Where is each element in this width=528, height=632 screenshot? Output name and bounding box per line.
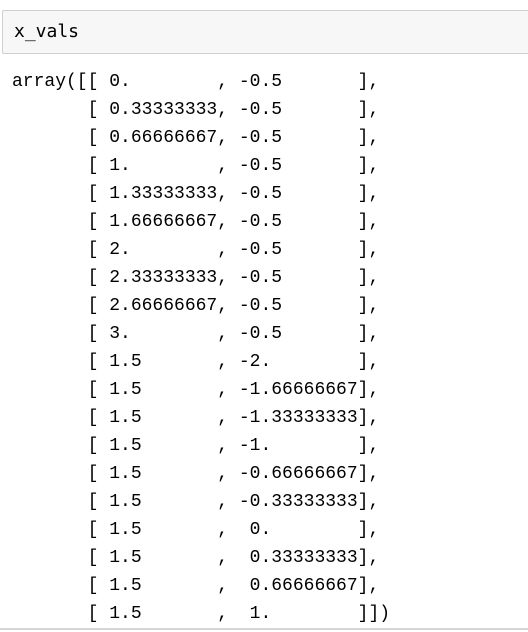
output-line: [ 1.5 , -2. ], [12, 352, 380, 372]
output-line: [ 1.5 , 1. ]]) [12, 604, 391, 624]
output-line: [ 1.5 , -0.66666667], [12, 464, 380, 484]
output-line: [ 1.5 , -1. ], [12, 436, 380, 456]
code-input-area[interactable]: x_vals [2, 10, 528, 54]
output-line: array([[ 0. , -0.5 ], [12, 72, 380, 92]
output-line: [ 1. , -0.5 ], [12, 156, 380, 176]
output-line: [ 1.5 , 0. ], [12, 520, 380, 540]
output-line: [ 1.5 , -0.33333333], [12, 492, 380, 512]
output-line: [ 1.5 , -1.33333333], [12, 408, 380, 428]
output-line: [ 1.66666667, -0.5 ], [12, 212, 380, 232]
output-line: [ 0.66666667, -0.5 ], [12, 128, 380, 148]
cell-output: array([[ 0. , -0.5 ], [ 0.33333333, -0.5… [12, 68, 522, 628]
output-line: [ 2.66666667, -0.5 ], [12, 296, 380, 316]
notebook-cell: x_vals array([[ 0. , -0.5 ], [ 0.3333333… [0, 0, 528, 632]
output-line: [ 1.5 , 0.33333333], [12, 548, 380, 568]
output-line: [ 1.5 , -1.66666667], [12, 380, 380, 400]
code-input-text[interactable]: x_vals [14, 22, 79, 42]
output-line: [ 1.5 , 0.66666667], [12, 576, 380, 596]
output-line: [ 2.33333333, -0.5 ], [12, 268, 380, 288]
cell-bottom-divider [0, 628, 528, 630]
output-line: [ 1.33333333, -0.5 ], [12, 184, 380, 204]
output-line: [ 3. , -0.5 ], [12, 324, 380, 344]
output-line: [ 0.33333333, -0.5 ], [12, 100, 380, 120]
output-line: [ 2. , -0.5 ], [12, 240, 380, 260]
